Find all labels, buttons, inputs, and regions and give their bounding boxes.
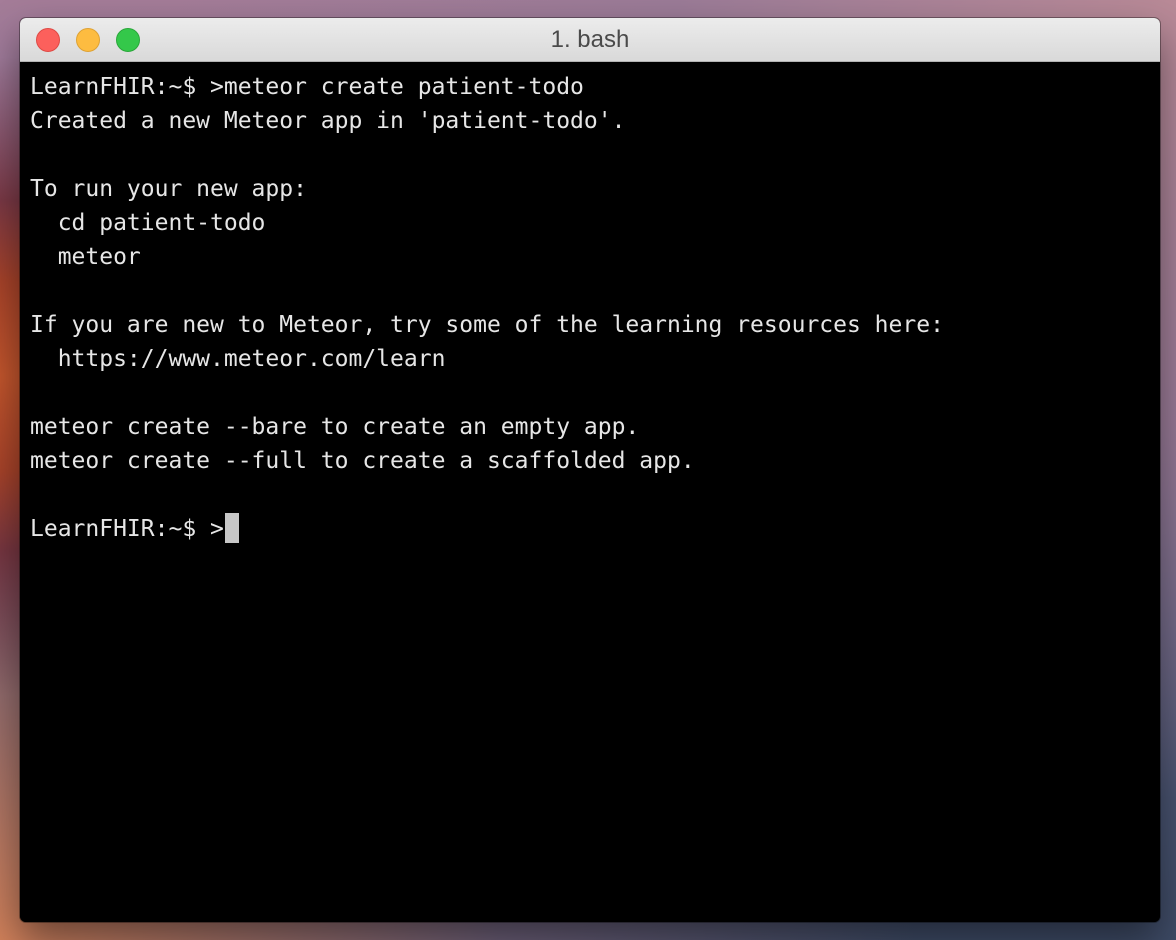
shell-prompt: LearnFHIR:~$ > bbox=[30, 516, 224, 542]
terminal-line: meteor create --full to create a scaffol… bbox=[30, 448, 695, 474]
terminal-line: To run your new app: bbox=[30, 176, 307, 202]
terminal-line: meteor bbox=[30, 244, 141, 270]
terminal-line: LearnFHIR:~$ >meteor create patient-todo bbox=[30, 74, 584, 100]
prompt-line[interactable]: LearnFHIR:~$ > bbox=[30, 512, 1160, 546]
terminal-line: If you are new to Meteor, try some of th… bbox=[30, 312, 944, 338]
title-bar[interactable]: 1. bash bbox=[20, 18, 1160, 62]
terminal-output[interactable]: LearnFHIR:~$ >meteor create patient-todo… bbox=[20, 62, 1160, 922]
text-cursor bbox=[224, 512, 239, 543]
terminal-line: Created a new Meteor app in 'patient-tod… bbox=[30, 108, 626, 134]
terminal-line: cd patient-todo bbox=[30, 210, 266, 236]
window-title: 1. bash bbox=[550, 26, 630, 53]
terminal-line: meteor create --bare to create an empty … bbox=[30, 414, 640, 440]
terminal-line: https://www.meteor.com/learn bbox=[30, 346, 446, 372]
terminal-window: 1. bash LearnFHIR:~$ >meteor create pati… bbox=[20, 18, 1160, 922]
